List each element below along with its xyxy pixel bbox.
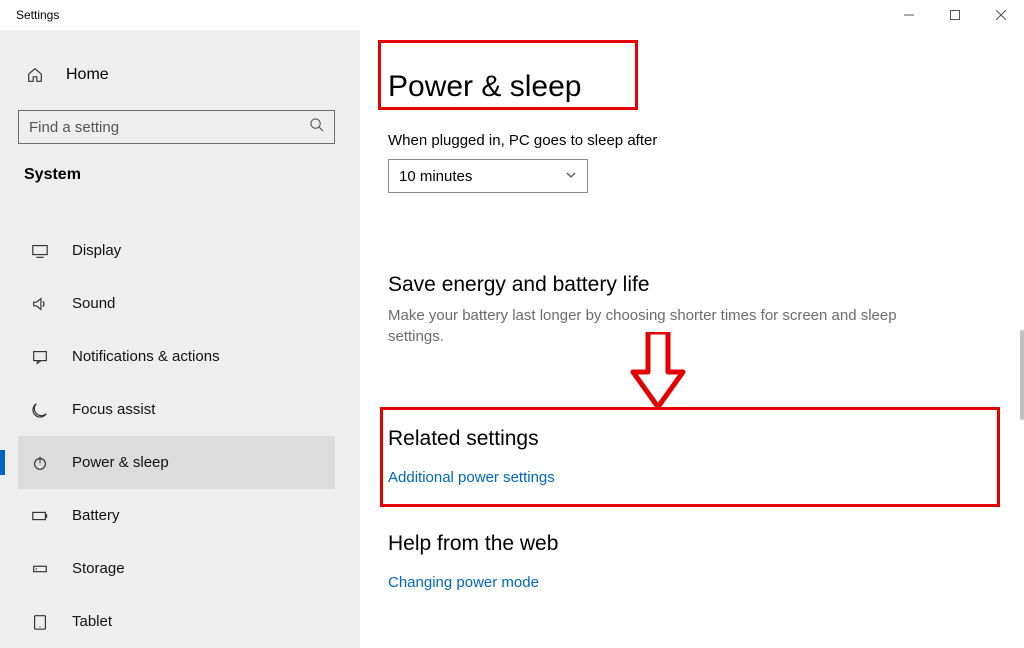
related-section-title: Related settings — [388, 427, 996, 451]
sidebar-item-label: Sound — [72, 295, 115, 312]
sidebar-item-storage[interactable]: Storage — [18, 542, 335, 595]
page-title: Power & sleep — [388, 70, 996, 104]
related-link-additional-power[interactable]: Additional power settings — [388, 469, 555, 486]
energy-section-desc: Make your battery last longer by choosin… — [388, 305, 948, 347]
tablet-icon — [30, 612, 50, 632]
search-icon — [309, 117, 324, 137]
sidebar-item-sound[interactable]: Sound — [18, 277, 335, 330]
focus-assist-icon — [30, 400, 50, 420]
sidebar-category: System — [24, 166, 335, 184]
sound-icon — [30, 294, 50, 314]
sleep-dropdown[interactable]: 10 minutes — [388, 159, 588, 193]
sidebar-item-label: Notifications & actions — [72, 348, 220, 365]
storage-icon — [30, 559, 50, 579]
sidebar-item-battery[interactable]: Battery — [18, 489, 335, 542]
sidebar-item-power-sleep[interactable]: Power & sleep — [18, 436, 335, 489]
window-buttons — [886, 0, 1024, 30]
sidebar-item-focus-assist[interactable]: Focus assist — [18, 383, 335, 436]
close-button[interactable] — [978, 0, 1024, 30]
titlebar: Settings — [0, 0, 1024, 30]
help-section-title: Help from the web — [388, 532, 996, 556]
window-title: Settings — [16, 8, 59, 22]
sleep-setting-label: When plugged in, PC goes to sleep after — [388, 132, 996, 149]
sidebar-item-label: Storage — [72, 560, 125, 577]
main-content: Power & sleep When plugged in, PC goes t… — [360, 30, 1024, 648]
energy-section-title: Save energy and battery life — [388, 273, 996, 297]
chevron-down-icon — [565, 168, 577, 185]
sidebar-item-label: Tablet — [72, 613, 112, 630]
notifications-icon — [30, 347, 50, 367]
sleep-dropdown-value: 10 minutes — [399, 168, 472, 185]
search-input[interactable] — [29, 119, 289, 136]
search-box[interactable] — [18, 110, 335, 144]
minimize-button[interactable] — [886, 0, 932, 30]
sidebar: Home System Display — [0, 30, 360, 648]
sidebar-item-tablet[interactable]: Tablet — [18, 595, 335, 648]
sidebar-nav: Display Sound Notifications & actions — [18, 224, 335, 648]
maximize-button[interactable] — [932, 0, 978, 30]
help-link-changing-power-mode[interactable]: Changing power mode — [388, 574, 539, 591]
sidebar-item-notifications[interactable]: Notifications & actions — [18, 330, 335, 383]
battery-icon — [30, 506, 50, 526]
sidebar-item-label: Power & sleep — [72, 454, 169, 471]
sidebar-home[interactable]: Home — [26, 66, 335, 84]
home-icon — [26, 66, 44, 84]
sidebar-item-label: Focus assist — [72, 401, 155, 418]
sidebar-item-label: Display — [72, 242, 121, 259]
display-icon — [30, 241, 50, 261]
power-icon — [30, 453, 50, 473]
sidebar-item-label: Battery — [72, 507, 120, 524]
sidebar-item-display[interactable]: Display — [18, 224, 335, 277]
scrollbar-thumb[interactable] — [1020, 330, 1024, 420]
sidebar-home-label: Home — [66, 66, 109, 84]
